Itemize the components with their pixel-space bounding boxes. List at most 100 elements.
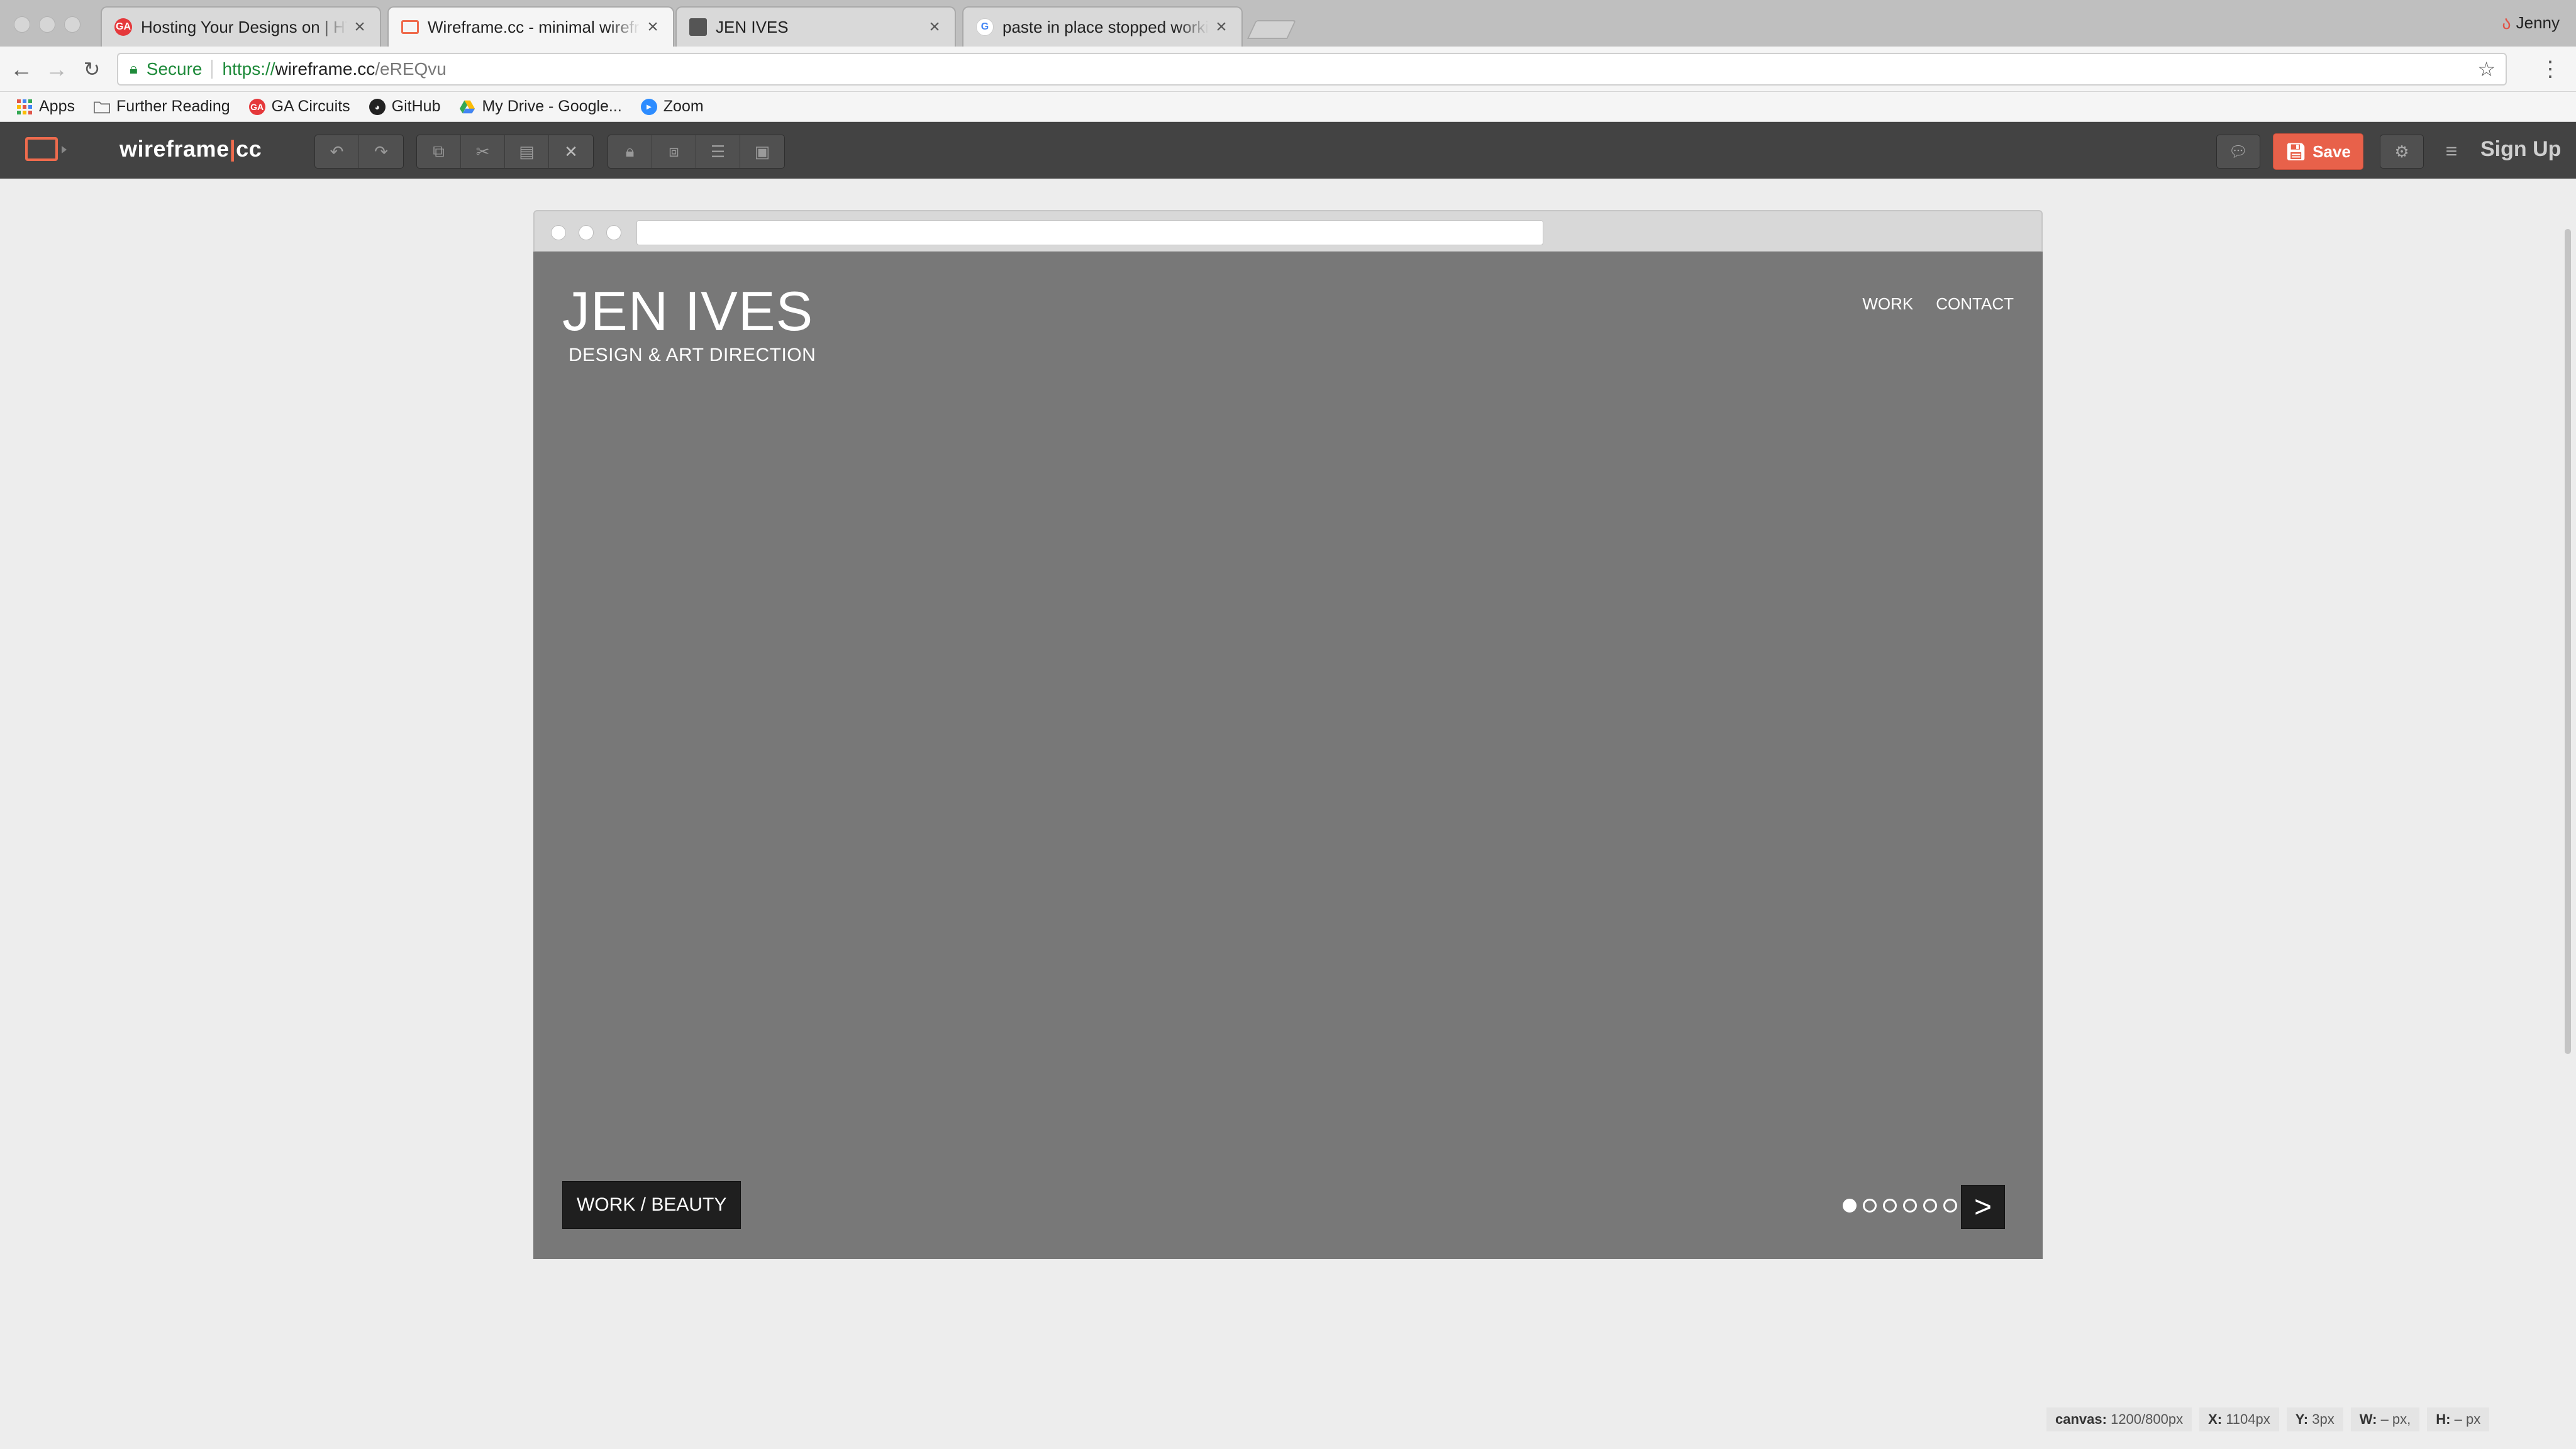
reload-icon: ↻: [83, 58, 101, 80]
zoom-icon: ▸: [640, 98, 657, 115]
profile-button[interactable]: ა Jenny: [2502, 13, 2560, 33]
site-nav: WORK CONTACT: [1862, 294, 2014, 314]
url-scheme: https://: [222, 59, 275, 79]
wireframe-hero-image[interactable]: JEN IVES DESIGN & ART DIRECTION WORK CON…: [533, 252, 2043, 1259]
profile-icon: ა: [2502, 13, 2511, 33]
tab-paste-in-place[interactable]: G paste in place stopped working ×: [962, 6, 1243, 47]
bookmark-further-reading[interactable]: Further Reading: [93, 97, 230, 116]
group-icon: ▣: [754, 142, 770, 161]
nav-work-link[interactable]: WORK: [1862, 294, 1913, 314]
new-tab-button[interactable]: [1247, 20, 1296, 39]
height-readout: H: – px: [2427, 1407, 2490, 1431]
slider-dot[interactable]: [1923, 1199, 1937, 1213]
site-title[interactable]: JEN IVES: [562, 279, 813, 343]
browser-toolbar: ← → ↻ 🔒︎ Secure https:// wireframe.cc /e…: [0, 47, 2576, 92]
drive-icon: [459, 99, 475, 115]
folder-icon: [93, 99, 110, 115]
caret-right-icon[interactable]: [62, 146, 67, 153]
redo-button[interactable]: ↷: [359, 135, 403, 168]
close-icon[interactable]: ×: [352, 16, 367, 38]
slider-dot[interactable]: [1863, 1199, 1877, 1213]
bring-forward-button[interactable]: ⧈: [652, 135, 696, 168]
bookmark-apps[interactable]: Apps: [16, 97, 75, 116]
tab-label: Hosting Your Designs on | HTML: [141, 17, 347, 36]
paste-icon: ▤: [519, 142, 535, 161]
secure-label: Secure: [146, 59, 203, 79]
paste-button[interactable]: ▤: [505, 135, 549, 168]
close-icon: ✕: [564, 142, 578, 161]
bookmark-zoom[interactable]: ▸ Zoom: [640, 97, 704, 116]
bookmark-label: GitHub: [391, 97, 441, 115]
url-host: wireframe.cc: [275, 59, 375, 79]
close-icon[interactable]: ×: [927, 16, 942, 38]
hamburger-icon: ≡: [2445, 139, 2458, 162]
comment-button[interactable]: 💬︎: [2216, 135, 2260, 169]
canvas-workspace[interactable]: JEN IVES DESIGN & ART DIRECTION WORK CON…: [0, 179, 2576, 1411]
bookmark-label: GA Circuits: [271, 97, 350, 115]
arrow-left-icon: ←: [10, 56, 33, 82]
window-close-button[interactable]: [14, 16, 30, 33]
apps-grid-icon: [16, 99, 33, 115]
bookmark-my-drive[interactable]: My Drive - Google...: [459, 97, 622, 116]
window-zoom-button[interactable]: [64, 16, 80, 33]
align-button[interactable]: ☰: [696, 135, 740, 168]
wireframe-browser-frame[interactable]: JEN IVES DESIGN & ART DIRECTION WORK CON…: [533, 210, 2043, 1259]
nav-contact-link[interactable]: CONTACT: [1936, 294, 2014, 314]
wireframe-icon: [401, 20, 419, 34]
scissors-icon: ✂: [475, 142, 490, 161]
sign-up-link[interactable]: Sign Up: [2480, 137, 2561, 162]
tab-wireframe[interactable]: Wireframe.cc - minimal wireframing tool …: [387, 6, 674, 47]
undo-button[interactable]: ↶: [315, 135, 359, 168]
profile-name: Jenny: [2516, 13, 2560, 32]
redo-icon: ↷: [374, 142, 388, 161]
tab-hosting-designs[interactable]: GA Hosting Your Designs on | HTML ×: [101, 6, 381, 47]
forward-button[interactable]: →: [43, 55, 70, 83]
arrow-right-icon: →: [45, 56, 68, 82]
bookmark-label: Zoom: [663, 97, 704, 115]
site-tagline[interactable]: DESIGN & ART DIRECTION: [569, 345, 816, 366]
delete-button[interactable]: ✕: [549, 135, 593, 168]
wireframe-window-dot: [551, 225, 566, 240]
status-bar: canvas: 1200/800px X: 1104px Y: 3px W: –…: [2046, 1406, 2490, 1433]
url-path: /eREQvu: [375, 59, 447, 79]
work-caption-label[interactable]: WORK / BEAUTY: [562, 1181, 741, 1229]
gears-icon: ⚙: [2394, 142, 2409, 161]
vertical-scrollbar[interactable]: [2565, 229, 2571, 1054]
lock-icon: 🔒︎: [625, 142, 635, 160]
slider-dot[interactable]: [1903, 1199, 1917, 1213]
ga-icon: GA: [114, 18, 132, 36]
slider-dot[interactable]: [1883, 1199, 1897, 1213]
frame-type-icon[interactable]: [25, 137, 58, 161]
tab-jen-ives[interactable]: JEN IVES ×: [675, 6, 956, 47]
browser-menu-icon[interactable]: ⋮: [2540, 57, 2561, 82]
wireframe-window-dot: [579, 225, 594, 240]
address-bar[interactable]: 🔒︎ Secure https:// wireframe.cc /eREQvu …: [117, 53, 2507, 86]
reload-button[interactable]: ↻: [78, 55, 106, 83]
browser-tab-strip: GA Hosting Your Designs on | HTML × Wire…: [0, 0, 2576, 47]
settings-button[interactable]: ⚙: [2380, 135, 2424, 169]
copy-button[interactable]: ⧉: [417, 135, 461, 168]
brand-suffix: cc: [236, 136, 262, 162]
bookmark-ga-circuits[interactable]: GA GA Circuits: [248, 97, 350, 116]
lock-button[interactable]: 🔒︎: [608, 135, 652, 168]
app-toolbar: wireframe|cc ↶ ↷ ⧉ ✂ ▤ ✕ 🔒︎ ⧈ ☰ ▣ 💬︎ 💾︎ …: [0, 122, 2576, 179]
wireframe-window-dot: [606, 225, 621, 240]
close-icon[interactable]: ×: [645, 16, 660, 38]
bookmark-github[interactable]: ◕ GitHub: [369, 97, 441, 116]
bookmark-star-icon[interactable]: ☆: [2477, 57, 2496, 81]
group-button[interactable]: ▣: [740, 135, 784, 168]
save-button[interactable]: 💾︎ Save: [2273, 133, 2363, 170]
next-slide-button[interactable]: >: [1961, 1185, 2005, 1229]
tab-label: Wireframe.cc - minimal wireframing tool: [428, 17, 640, 36]
slider-dot[interactable]: [1943, 1199, 1957, 1213]
slider-dot[interactable]: [1843, 1199, 1857, 1213]
brand-logo[interactable]: wireframe|cc: [119, 136, 262, 162]
menu-button[interactable]: ≡: [2440, 137, 2463, 165]
close-icon[interactable]: ×: [1214, 16, 1229, 38]
cut-button[interactable]: ✂: [461, 135, 505, 168]
google-icon: G: [976, 18, 994, 36]
ga-icon: GA: [248, 98, 265, 115]
back-button[interactable]: ←: [8, 55, 35, 83]
window-minimize-button[interactable]: [39, 16, 55, 33]
width-readout: W: – px,: [2350, 1407, 2420, 1431]
